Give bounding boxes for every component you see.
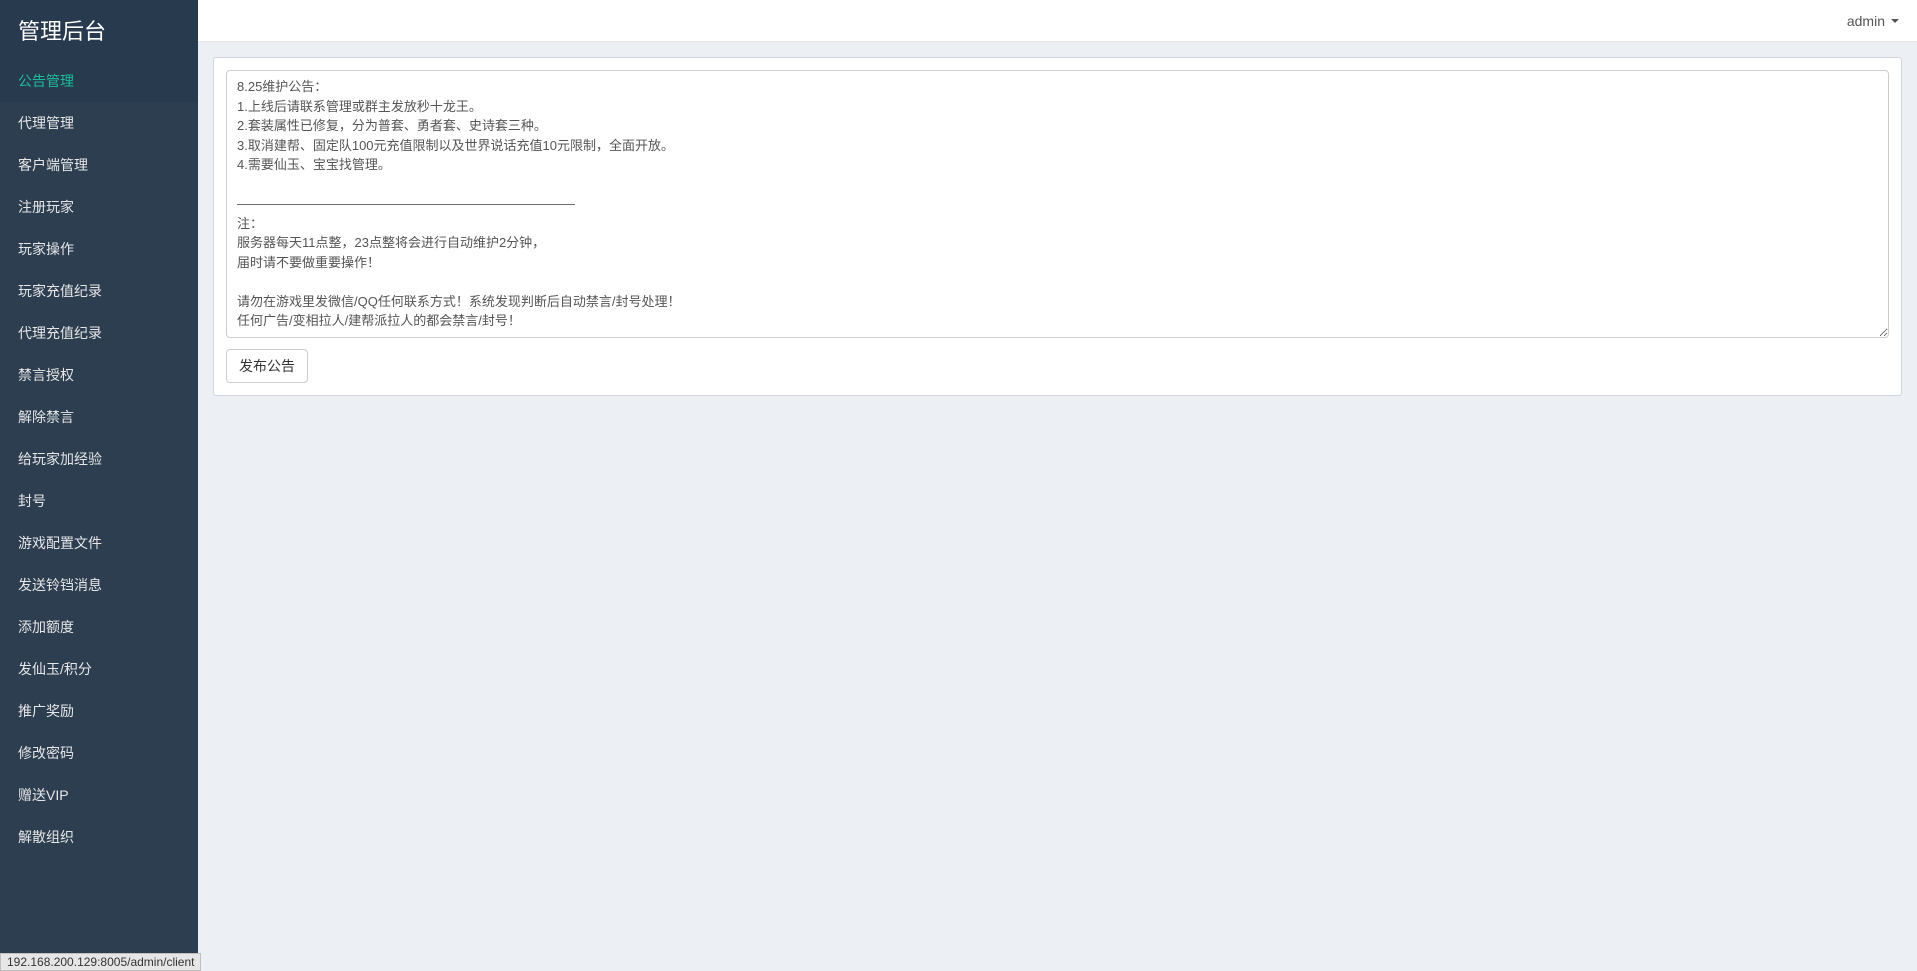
user-menu[interactable]: admin (1847, 13, 1899, 29)
sidebar-item-10[interactable]: 封号 (0, 480, 198, 522)
sidebar-item-12[interactable]: 发送铃铛消息 (0, 564, 198, 606)
sidebar-item-15[interactable]: 推广奖励 (0, 690, 198, 732)
sidebar-item-16[interactable]: 修改密码 (0, 732, 198, 774)
topbar: admin (198, 0, 1917, 42)
sidebar-nav: 公告管理代理管理客户端管理注册玩家玩家操作玩家充值纪录代理充值纪录禁言授权解除禁… (0, 60, 198, 858)
sidebar-item-17[interactable]: 赠送VIP (0, 774, 198, 816)
sidebar: 管理后台 公告管理代理管理客户端管理注册玩家玩家操作玩家充值纪录代理充值纪录禁言… (0, 0, 198, 971)
status-bar: 192.168.200.129:8005/admin/client (0, 953, 201, 971)
sidebar-item-4[interactable]: 玩家操作 (0, 228, 198, 270)
announcement-panel: 发布公告 (213, 57, 1902, 396)
sidebar-item-2[interactable]: 客户端管理 (0, 144, 198, 186)
sidebar-item-11[interactable]: 游戏配置文件 (0, 522, 198, 564)
sidebar-item-5[interactable]: 玩家充值纪录 (0, 270, 198, 312)
announcement-textarea[interactable] (226, 70, 1889, 338)
main-content: 发布公告 (198, 42, 1917, 411)
sidebar-item-13[interactable]: 添加额度 (0, 606, 198, 648)
sidebar-item-6[interactable]: 代理充值纪录 (0, 312, 198, 354)
caret-down-icon (1891, 19, 1899, 23)
sidebar-item-8[interactable]: 解除禁言 (0, 396, 198, 438)
sidebar-item-0[interactable]: 公告管理 (0, 60, 198, 102)
sidebar-item-14[interactable]: 发仙玉/积分 (0, 648, 198, 690)
user-menu-label: admin (1847, 13, 1885, 29)
brand-title: 管理后台 (0, 0, 198, 60)
sidebar-item-18[interactable]: 解散组织 (0, 816, 198, 858)
publish-button[interactable]: 发布公告 (226, 349, 308, 383)
sidebar-item-3[interactable]: 注册玩家 (0, 186, 198, 228)
sidebar-item-1[interactable]: 代理管理 (0, 102, 198, 144)
sidebar-item-9[interactable]: 给玩家加经验 (0, 438, 198, 480)
sidebar-item-7[interactable]: 禁言授权 (0, 354, 198, 396)
